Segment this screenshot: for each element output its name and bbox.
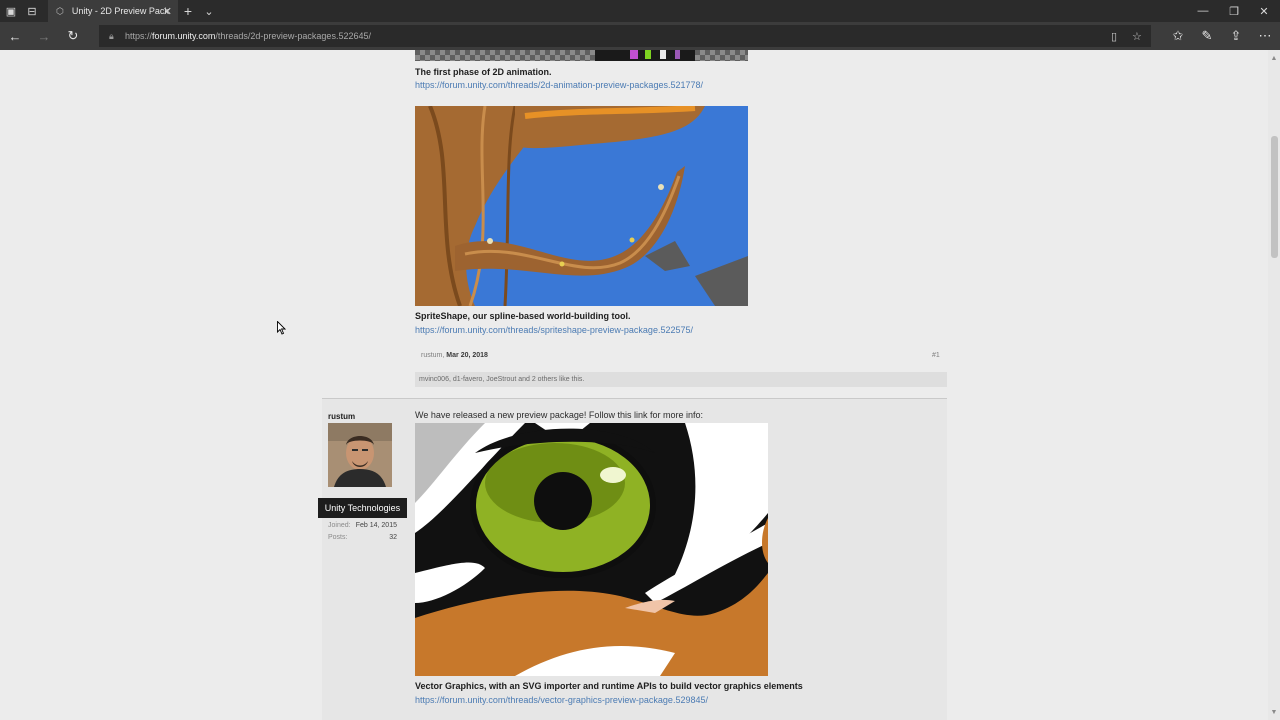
url-path: /threads/2d-preview-packages.522645/ bbox=[215, 31, 371, 41]
posts-value[interactable]: 32 bbox=[340, 534, 397, 541]
link-vector-graphics[interactable]: https://forum.unity.com/threads/vector-g… bbox=[415, 695, 708, 705]
likes-text[interactable]: mvinc006, d1-favero, JoeStrout and 2 oth… bbox=[419, 376, 584, 383]
chevron-down-icon[interactable]: ⌄ bbox=[202, 0, 216, 22]
link-spriteshape[interactable]: https://forum.unity.com/threads/spritesh… bbox=[415, 325, 693, 335]
scroll-down-icon[interactable]: ▼ bbox=[1268, 706, 1280, 718]
mouse-cursor-icon bbox=[277, 320, 287, 340]
vector-graphics-image bbox=[415, 423, 768, 676]
minimize-icon[interactable]: — bbox=[1196, 0, 1210, 22]
address-toolbar: ← → ↻ 🔒︎ https://forum.unity.com/threads… bbox=[0, 22, 1280, 50]
caption-vector-graphics: Vector Graphics, with an SVG importer an… bbox=[415, 681, 803, 691]
url-host: forum.unity.com bbox=[152, 31, 216, 41]
page-scrollbar[interactable]: ▲ ▼ bbox=[1268, 50, 1280, 720]
caption-animation: The first phase of 2D animation. bbox=[415, 67, 552, 77]
post-meta: rustum, Mar 20, 2018 bbox=[421, 352, 488, 359]
favorite-star-icon[interactable]: ☆ bbox=[1132, 25, 1142, 47]
spriteshape-image bbox=[415, 106, 748, 306]
set-tabs-aside-icon[interactable]: ⊟ bbox=[25, 0, 39, 22]
tab-favicon: ⬡ bbox=[56, 5, 64, 16]
address-field[interactable]: 🔒︎ https://forum.unity.com/threads/2d-pr… bbox=[99, 25, 1151, 47]
share-icon[interactable]: ⇪ bbox=[1222, 22, 1250, 50]
scrollbar-thumb[interactable] bbox=[1271, 136, 1278, 258]
caption-spriteshape: SpriteShape, our spline-based world-buil… bbox=[415, 311, 631, 321]
url-prefix: https:// bbox=[125, 31, 153, 41]
lock-icon: 🔒︎ bbox=[109, 30, 114, 41]
pen-notes-icon[interactable]: ✎ bbox=[1193, 22, 1221, 50]
animation-preview-image bbox=[415, 50, 748, 61]
username[interactable]: rustum bbox=[328, 412, 355, 421]
reading-view-icon[interactable]: ▯ bbox=[1111, 25, 1117, 47]
forward-icon[interactable]: → bbox=[30, 22, 58, 50]
back-icon[interactable]: ← bbox=[1, 22, 29, 50]
post-permalink[interactable]: #1 bbox=[932, 352, 940, 359]
refresh-icon[interactable]: ↻ bbox=[59, 22, 87, 50]
new-tab-icon[interactable]: + bbox=[181, 0, 195, 22]
post-date[interactable]: Mar 20, 2018 bbox=[446, 352, 488, 359]
forum-page: The first phase of 2D animation. https:/… bbox=[0, 50, 1268, 720]
scroll-up-icon[interactable]: ▲ bbox=[1268, 52, 1280, 64]
tab-preview-icon[interactable]: ▣ bbox=[4, 0, 18, 22]
avatar[interactable] bbox=[328, 423, 392, 487]
link-animation[interactable]: https://forum.unity.com/threads/2d-anima… bbox=[415, 80, 703, 90]
window-close-icon[interactable]: ✕ bbox=[1257, 0, 1271, 22]
browser-tab[interactable]: ⬡ Unity - 2D Preview Pack ✕ bbox=[48, 0, 178, 22]
restore-icon[interactable]: ❐ bbox=[1227, 0, 1241, 22]
user-title-badge: Unity Technologies bbox=[318, 498, 407, 518]
post-author-link[interactable]: rustum bbox=[421, 352, 442, 359]
post-intro-text: We have released a new preview package! … bbox=[415, 410, 703, 420]
joined-value: Feb 14, 2015 bbox=[355, 522, 397, 529]
tab-title: Unity - 2D Preview Pack bbox=[71, 6, 169, 16]
more-menu-icon[interactable]: ⋯ bbox=[1251, 22, 1279, 50]
close-icon[interactable]: ✕ bbox=[163, 0, 172, 22]
browser-tab-bar: ▣ ⊟ ⬡ Unity - 2D Preview Pack ✕ + ⌄ — ❐ … bbox=[0, 0, 1280, 22]
likes-summary: mvinc006, d1-favero, JoeStrout and 2 oth… bbox=[415, 372, 947, 387]
favorites-icon[interactable]: ✩ bbox=[1164, 22, 1192, 50]
